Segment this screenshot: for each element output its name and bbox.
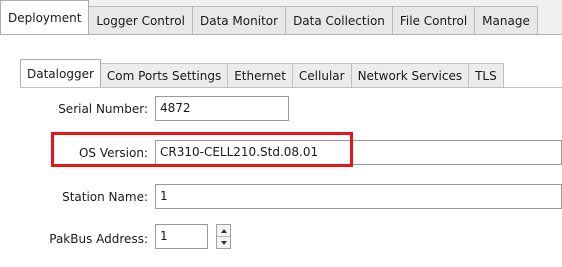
serial-number-label: Serial Number:	[58, 102, 148, 116]
subtab-cellular[interactable]: Cellular	[291, 63, 352, 87]
tab-data-monitor[interactable]: Data Monitor	[191, 6, 287, 34]
pakbus-address-label: PakBus Address:	[49, 232, 148, 246]
spinner-down-button[interactable]	[217, 237, 230, 248]
subtab-datalogger[interactable]: Datalogger	[20, 59, 101, 87]
station-name-label: Station Name:	[62, 190, 148, 204]
subtab-tls[interactable]: TLS	[468, 63, 504, 87]
tab-divider	[0, 34, 562, 35]
tab-logger-control[interactable]: Logger Control	[88, 6, 193, 34]
tab-deployment[interactable]: Deployment	[0, 0, 90, 34]
subtab-ethernet[interactable]: Ethernet	[227, 63, 293, 87]
spinner-up-button[interactable]	[217, 225, 230, 237]
chevron-up-icon	[220, 228, 227, 233]
serial-number-field[interactable]: 4872	[155, 96, 289, 121]
subtab-network-services[interactable]: Network Services	[350, 63, 470, 87]
chevron-down-icon	[220, 240, 227, 245]
pakbus-address-spinner[interactable]	[216, 224, 231, 249]
sub-tab-bar: Datalogger Com Ports Settings Ethernet C…	[20, 59, 504, 87]
main-tab-bar: Deployment Logger Control Data Monitor D…	[0, 0, 562, 34]
subtab-divider	[20, 87, 562, 88]
pakbus-address-field[interactable]: 1	[155, 224, 208, 249]
tab-file-control[interactable]: File Control	[391, 6, 476, 34]
tab-data-collection[interactable]: Data Collection	[285, 6, 393, 34]
highlight-box	[51, 132, 353, 167]
tab-manage[interactable]: Manage	[474, 6, 538, 34]
station-name-field[interactable]: 1	[155, 184, 562, 209]
subtab-com-ports-settings[interactable]: Com Ports Settings	[99, 63, 229, 87]
